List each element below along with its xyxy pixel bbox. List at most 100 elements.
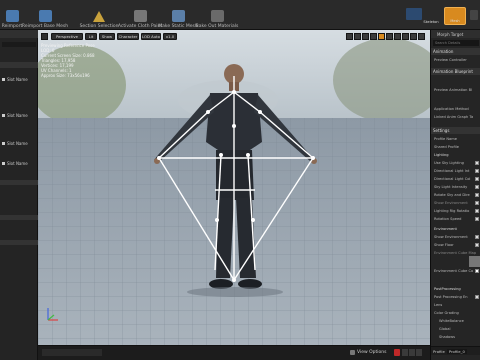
- color-grading-row[interactable]: Color Grading: [434, 310, 480, 316]
- application-method-row[interactable]: Application Method: [434, 106, 480, 112]
- snap-toggle-icon[interactable]: [378, 33, 385, 40]
- activate-cloth-paint-button[interactable]: Activate Cloth Paint: [118, 2, 162, 29]
- reimport-base-mesh-button[interactable]: Reimport Base Mesh: [22, 2, 68, 29]
- timeline-bar[interactable]: [42, 349, 102, 356]
- environment-cube-color-swatch[interactable]: [475, 269, 479, 273]
- sky-light-intensity-field[interactable]: [475, 185, 479, 189]
- rotate-sky-checkbox[interactable]: [475, 193, 479, 197]
- slot-bullet-icon: [2, 113, 5, 117]
- playback-speed-button[interactable]: x1.0: [163, 33, 177, 40]
- viewport-bottom-bar: View Options: [38, 345, 430, 360]
- rotation-snap-icon[interactable]: [394, 33, 401, 40]
- use-sky-lighting-checkbox[interactable]: [475, 161, 479, 165]
- panel-tab[interactable]: [0, 30, 38, 38]
- section-selection-icon: [93, 11, 105, 22]
- section-header[interactable]: [0, 180, 38, 185]
- pause-icon[interactable]: [409, 349, 415, 356]
- preview-controller-row[interactable]: Preview Controller: [434, 57, 480, 63]
- show-floor-checkbox[interactable]: [475, 243, 479, 247]
- environment-section-header[interactable]: Environment: [434, 226, 480, 232]
- preview-animation-bp-row[interactable]: Preview Animation Bl: [434, 87, 480, 93]
- viewport-stats: Previewing Reference Pose LOD: 0 Current…: [41, 43, 95, 78]
- translate-tool-icon[interactable]: [354, 33, 361, 40]
- slot-bullet-icon: [2, 141, 5, 145]
- global-row[interactable]: Global: [439, 326, 480, 332]
- select-tool-icon[interactable]: [346, 33, 353, 40]
- section-header[interactable]: [0, 215, 38, 220]
- lod-button[interactable]: LOD Auto: [141, 33, 161, 40]
- search-input[interactable]: [2, 42, 36, 47]
- post-processing-enabled-row[interactable]: Post Processing En: [434, 294, 480, 300]
- post-processing-section-header[interactable]: PostProcessing: [434, 286, 480, 292]
- settings-section-header[interactable]: Settings: [431, 127, 480, 134]
- directional-light-color-row[interactable]: Directional Light Col: [434, 176, 480, 182]
- grid-snap-icon[interactable]: [386, 33, 393, 40]
- mesh-mode-button[interactable]: Mesh: [444, 7, 466, 25]
- show-environment-row[interactable]: Show Environment: [434, 200, 480, 206]
- material-slot-3[interactable]: Slot Name: [2, 138, 36, 148]
- lighting-rig-rotation-field[interactable]: [475, 209, 479, 213]
- search-details-input[interactable]: Search Details: [433, 40, 479, 46]
- skeleton-mode-button[interactable]: Skeleton: [420, 7, 442, 25]
- profile-name-row[interactable]: Profile Name: [434, 136, 480, 142]
- material-slot-4[interactable]: Slot Name: [2, 158, 36, 168]
- record-button[interactable]: [394, 349, 400, 356]
- directional-light-intensity-row[interactable]: Directional Light Int: [434, 168, 480, 174]
- viewport-scene: [38, 30, 430, 345]
- profile-select[interactable]: Profile_0: [446, 348, 467, 354]
- maximize-viewport-icon[interactable]: [418, 33, 425, 40]
- rotate-sky-row[interactable]: Rotate Sky and Dire: [434, 192, 480, 198]
- section-selection-button[interactable]: Section Selection: [80, 2, 118, 29]
- post-processing-enabled-checkbox[interactable]: [475, 295, 479, 299]
- show-environment-toggle-row[interactable]: Show Environment: [434, 234, 480, 240]
- static-mesh-icon: [171, 10, 185, 22]
- scale-snap-icon[interactable]: [402, 33, 409, 40]
- loop-icon[interactable]: [416, 349, 422, 356]
- rotation-speed-row[interactable]: Rotation Speed: [434, 216, 480, 222]
- character-button[interactable]: Character: [117, 33, 139, 40]
- tab-morph-target[interactable]: Morph Target: [431, 30, 480, 38]
- shared-profile-row[interactable]: Shared Profile: [434, 144, 480, 150]
- slot-bullet-icon: [2, 161, 5, 165]
- white-balance-row[interactable]: WhiteBalance: [439, 318, 480, 324]
- linked-anim-graph-tag-row[interactable]: Linked Anim Graph Ta: [434, 114, 480, 120]
- camera-speed-icon[interactable]: [410, 33, 417, 40]
- show-button[interactable]: Show: [99, 33, 115, 40]
- rotate-tool-icon[interactable]: [362, 33, 369, 40]
- material-slot-2[interactable]: Slot Name: [2, 110, 36, 120]
- section-header[interactable]: [0, 62, 38, 68]
- preview-viewport[interactable]: Perspective Lit Show Character LOD Auto …: [38, 30, 430, 345]
- sky-light-intensity-row[interactable]: Sky Light Intensity: [434, 184, 480, 190]
- scale-tool-icon[interactable]: [370, 33, 377, 40]
- show-environment-toggle[interactable]: [475, 235, 479, 239]
- view-options-button[interactable]: View Options: [350, 350, 386, 355]
- bake-out-materials-button[interactable]: Bake Out Materials: [196, 2, 238, 29]
- directional-light-color-swatch[interactable]: [475, 177, 479, 181]
- show-floor-row[interactable]: Show Floor: [434, 242, 480, 248]
- shadows-row[interactable]: Shadows: [439, 334, 480, 340]
- viewport-transform-tools: [346, 33, 425, 40]
- profile-bar: Profile Profile_0: [431, 346, 480, 355]
- animation-blueprint-section-header[interactable]: Animation Blueprint: [431, 68, 480, 75]
- directional-light-intensity-field[interactable]: [475, 169, 479, 173]
- lens-row[interactable]: Lens: [434, 302, 480, 308]
- perspective-button[interactable]: Perspective: [51, 33, 83, 40]
- rotation-speed-field[interactable]: [475, 217, 479, 221]
- play-icon[interactable]: [402, 349, 408, 356]
- reimport-base-mesh-icon: [38, 10, 52, 22]
- show-environment-checkbox[interactable]: [475, 201, 479, 205]
- lighting-rig-rotation-row[interactable]: Lighting Rig Rotatio: [434, 208, 480, 214]
- lit-button[interactable]: Lit: [85, 33, 97, 40]
- lighting-section-header[interactable]: Lighting: [434, 152, 480, 158]
- environment-cube-color-row[interactable]: Environment Cube Co: [434, 268, 480, 274]
- asset-details-panel: Slot Name Slot Name Slot Name Slot Name: [0, 30, 38, 360]
- make-static-mesh-button[interactable]: Make Static Mesh: [158, 2, 198, 29]
- eye-icon: [350, 350, 355, 355]
- viewport-menu-button[interactable]: [41, 33, 48, 40]
- reimport-button[interactable]: Reimport: [0, 2, 24, 29]
- cube-map-thumbnail[interactable]: [469, 256, 480, 267]
- use-sky-lighting-row[interactable]: Use Sky Lighting: [434, 160, 480, 166]
- section-header[interactable]: [0, 240, 38, 245]
- animation-section-header[interactable]: Animation: [431, 48, 480, 55]
- material-slot-1[interactable]: Slot Name: [2, 74, 36, 84]
